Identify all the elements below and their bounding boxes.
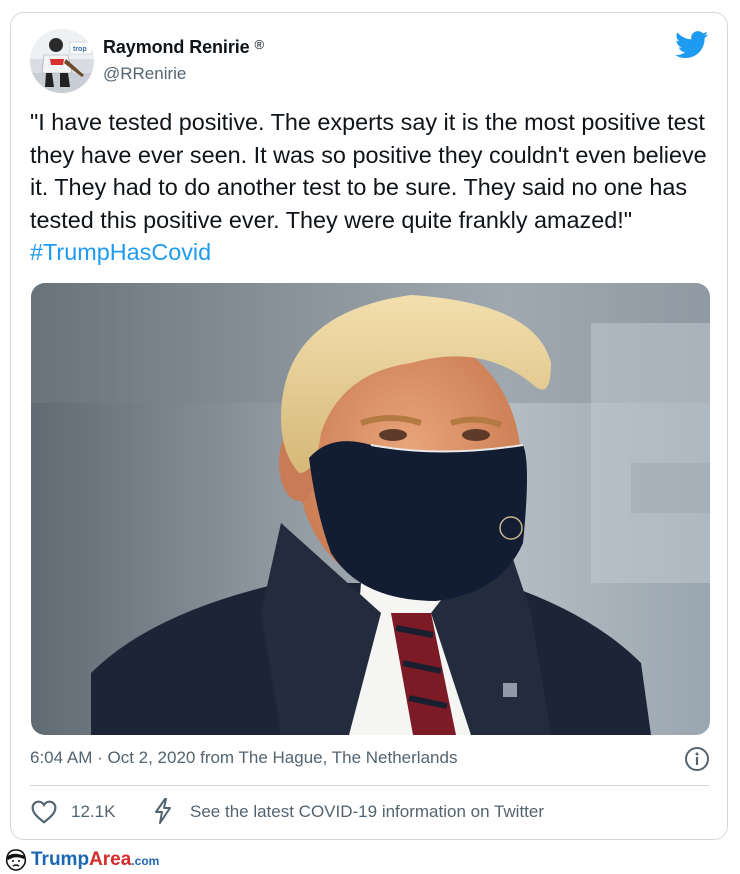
covid-info-link[interactable]: See the latest COVID-19 information on T… xyxy=(190,802,544,822)
trumparea-logo-icon xyxy=(5,849,27,871)
divider xyxy=(30,785,709,786)
lightning-icon xyxy=(155,798,171,824)
info-icon[interactable] xyxy=(684,746,710,772)
tweet-card: trop Raymond Renirie ® @RRenirie "I have … xyxy=(10,12,728,840)
tweet-photo[interactable] xyxy=(31,283,710,735)
author-name[interactable]: Raymond Renirie ® xyxy=(103,37,264,58)
author-name-text[interactable]: Raymond Renirie xyxy=(103,37,250,57)
tweet-body: "I have tested positive. The experts say… xyxy=(30,109,707,233)
brand-part1: Trump xyxy=(31,849,90,870)
brand-part2: Area xyxy=(89,849,132,870)
brand-domain: .com xyxy=(131,854,160,868)
like-count[interactable]: 12.1K xyxy=(71,802,115,822)
svg-text:trop: trop xyxy=(73,46,87,53)
hashtag-link[interactable]: #TrumpHasCovid xyxy=(30,239,211,265)
registered-mark: ® xyxy=(254,37,265,52)
tweet-timestamp[interactable]: 6:04 AM · Oct 2, 2020 from The Hague, Th… xyxy=(30,748,457,768)
twitter-bird-icon[interactable] xyxy=(675,31,709,59)
avatar[interactable]: trop xyxy=(30,29,94,93)
trumparea-brand: TrumpArea.com xyxy=(31,849,159,871)
tweet-text: "I have tested positive. The experts say… xyxy=(30,106,710,269)
watermark-footer: TrumpArea.com xyxy=(0,844,740,874)
heart-icon[interactable] xyxy=(31,800,57,824)
author-handle[interactable]: @RRenirie xyxy=(103,64,186,84)
